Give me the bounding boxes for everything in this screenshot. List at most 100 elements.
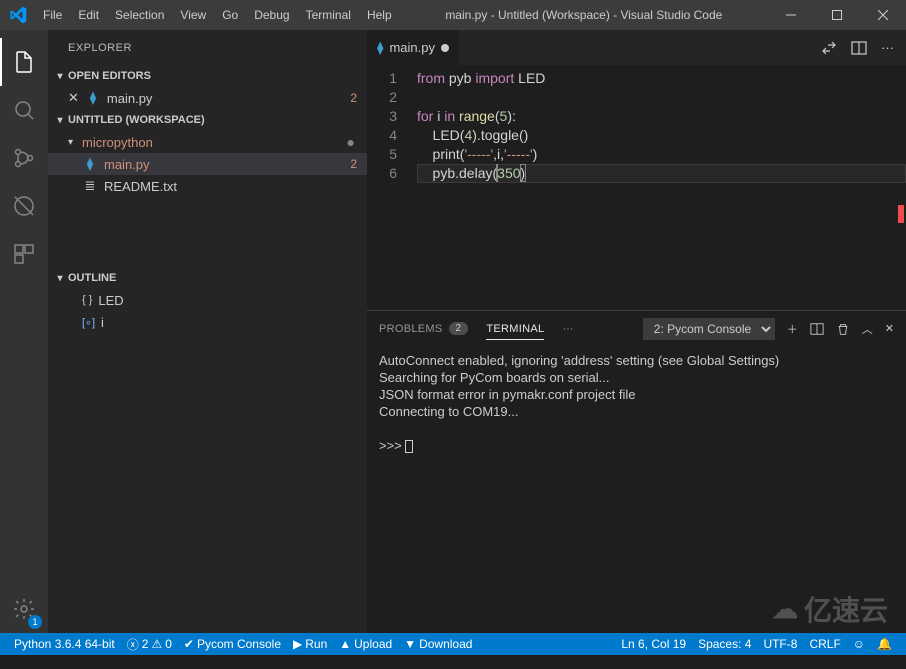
panel-tab-problems[interactable]: PROBLEMS 2 (379, 322, 468, 335)
status-console[interactable]: ✔Pycom Console (178, 637, 287, 651)
vscode-logo-icon (0, 6, 35, 24)
unsaved-dot-icon (441, 44, 449, 52)
menu-view[interactable]: View (172, 0, 214, 30)
more-icon[interactable]: ··· (562, 323, 573, 335)
status-encoding[interactable]: UTF-8 (757, 637, 803, 651)
file-label: main.py (104, 157, 350, 172)
code-editor[interactable]: 1 2 3 4 5 6 from pyb import LED for i in… (367, 65, 906, 310)
problem-badge: 2 (350, 91, 357, 105)
activity-scm[interactable] (0, 134, 48, 182)
code-content[interactable]: from pyb import LED for i in range(5): L… (417, 69, 906, 310)
window-title: main.py - Untitled (Workspace) - Visual … (400, 8, 768, 22)
compare-icon[interactable] (821, 40, 837, 56)
menu-help[interactable]: Help (359, 0, 400, 30)
symbol-namespace-icon: { } (82, 294, 92, 306)
split-editor-icon[interactable] (851, 40, 867, 56)
main-area: 1 EXPLORER ▾ OPEN EDITORS ✕ ⧫ main.py 2 … (0, 30, 906, 633)
more-icon[interactable]: ··· (881, 40, 894, 55)
editor-actions: ··· (821, 30, 906, 65)
menu-selection[interactable]: Selection (107, 0, 172, 30)
unsaved-indicator-icon: ✕ (68, 90, 79, 106)
status-run[interactable]: ▶Run (287, 637, 333, 651)
section-label: UNTITLED (WORKSPACE) (68, 114, 205, 126)
maximize-button[interactable] (814, 0, 860, 30)
symbol-variable-icon: [∘] (82, 316, 95, 329)
chevron-down-icon: ▾ (52, 115, 68, 126)
modified-dot-icon: ● (347, 134, 355, 150)
activity-bar: 1 (0, 30, 48, 633)
section-open-editors[interactable]: ▾ OPEN EDITORS (48, 65, 367, 87)
chevron-down-icon: ▾ (52, 273, 68, 284)
titlebar: File Edit Selection View Go Debug Termin… (0, 0, 906, 30)
panel-tab-terminal[interactable]: TERMINAL (486, 323, 544, 340)
status-feedback-icon[interactable]: ☺ (847, 637, 871, 651)
file-label: README.txt (104, 179, 367, 194)
status-indentation[interactable]: Spaces: 4 (692, 637, 757, 651)
menu-bar: File Edit Selection View Go Debug Termin… (35, 0, 400, 30)
activity-extensions[interactable] (0, 230, 48, 278)
section-workspace[interactable]: ▾ UNTITLED (WORKSPACE) (48, 109, 367, 131)
editor-tabs: ⧫ main.py ··· (367, 30, 906, 65)
tab-main-py[interactable]: ⧫ main.py (367, 30, 460, 65)
python-file-icon: ⧫ (377, 40, 383, 56)
status-notifications-icon[interactable]: 🔔 (871, 637, 898, 651)
open-editor-item[interactable]: ✕ ⧫ main.py 2 (48, 87, 367, 109)
sidebar: EXPLORER ▾ OPEN EDITORS ✕ ⧫ main.py 2 ▾ … (48, 30, 367, 633)
outline-symbol-led[interactable]: { } LED (48, 289, 367, 311)
chevron-down-icon: ▾ (52, 71, 68, 82)
menu-go[interactable]: Go (214, 0, 246, 30)
problem-badge: 2 (350, 157, 357, 171)
line-gutter: 1 2 3 4 5 6 (367, 69, 417, 310)
file-item-main[interactable]: ⧫ main.py 2 (48, 153, 367, 175)
settings-badge: 1 (28, 615, 42, 629)
activity-debug[interactable] (0, 182, 48, 230)
split-terminal-icon[interactable] (810, 322, 824, 336)
activity-explorer[interactable] (0, 38, 48, 86)
section-label: OPEN EDITORS (68, 70, 151, 82)
menu-edit[interactable]: Edit (70, 0, 107, 30)
sidebar-title: EXPLORER (48, 30, 367, 65)
activity-search[interactable] (0, 86, 48, 134)
upload-icon: ▲ (339, 637, 351, 651)
kill-terminal-icon[interactable] (836, 322, 850, 336)
activity-settings[interactable]: 1 (0, 585, 48, 633)
warning-icon: ⚠ (151, 637, 162, 651)
status-python[interactable]: Python 3.6.4 64-bit (8, 637, 121, 651)
status-eol[interactable]: CRLF (803, 637, 846, 651)
scroll-error-marker (898, 205, 904, 223)
minimize-button[interactable] (768, 0, 814, 30)
status-cursor-position[interactable]: Ln 6, Col 19 (615, 637, 692, 651)
symbol-label: LED (98, 293, 123, 308)
menu-debug[interactable]: Debug (246, 0, 297, 30)
terminal-output[interactable]: AutoConnect enabled, ignoring 'address' … (367, 346, 906, 633)
problems-count-badge: 2 (449, 322, 469, 335)
status-bar: Python 3.6.4 64-bit ⓧ2 ⚠0 ✔Pycom Console… (0, 633, 906, 655)
section-outline[interactable]: ▾ OUTLINE (48, 267, 367, 289)
new-terminal-icon[interactable]: ＋ (787, 321, 798, 337)
status-download[interactable]: ▼Download (398, 637, 478, 651)
play-icon: ▶ (293, 637, 302, 651)
python-file-icon: ⧫ (85, 90, 101, 106)
editor-scrollbar[interactable] (892, 65, 906, 310)
file-label: main.py (107, 91, 350, 106)
status-problems[interactable]: ⓧ2 ⚠0 (121, 636, 178, 653)
folder-label: micropython (82, 135, 347, 150)
folder-item[interactable]: ▾ micropython ● (48, 131, 367, 153)
check-icon: ✔ (184, 637, 194, 651)
menu-terminal[interactable]: Terminal (298, 0, 359, 30)
python-file-icon: ⧫ (82, 156, 98, 172)
close-panel-icon[interactable]: ✕ (885, 322, 894, 335)
terminal-cursor (405, 440, 413, 453)
bottom-panel: PROBLEMS 2 TERMINAL ··· 2: Pycom Console… (367, 310, 906, 633)
text-file-icon: ≣ (82, 178, 98, 194)
terminal-selector[interactable]: 2: Pycom Console (643, 318, 775, 340)
menu-file[interactable]: File (35, 0, 70, 30)
panel-tabs: PROBLEMS 2 TERMINAL ··· 2: Pycom Console… (367, 311, 906, 346)
status-upload[interactable]: ▲Upload (333, 637, 398, 651)
outline-symbol-i[interactable]: [∘] i (48, 311, 367, 333)
file-item-readme[interactable]: ≣ README.txt (48, 175, 367, 197)
maximize-panel-icon[interactable]: ︿ (862, 321, 873, 337)
symbol-label: i (101, 315, 104, 330)
close-button[interactable] (860, 0, 906, 30)
panel-actions: 2: Pycom Console ＋ ︿ ✕ (643, 318, 894, 340)
